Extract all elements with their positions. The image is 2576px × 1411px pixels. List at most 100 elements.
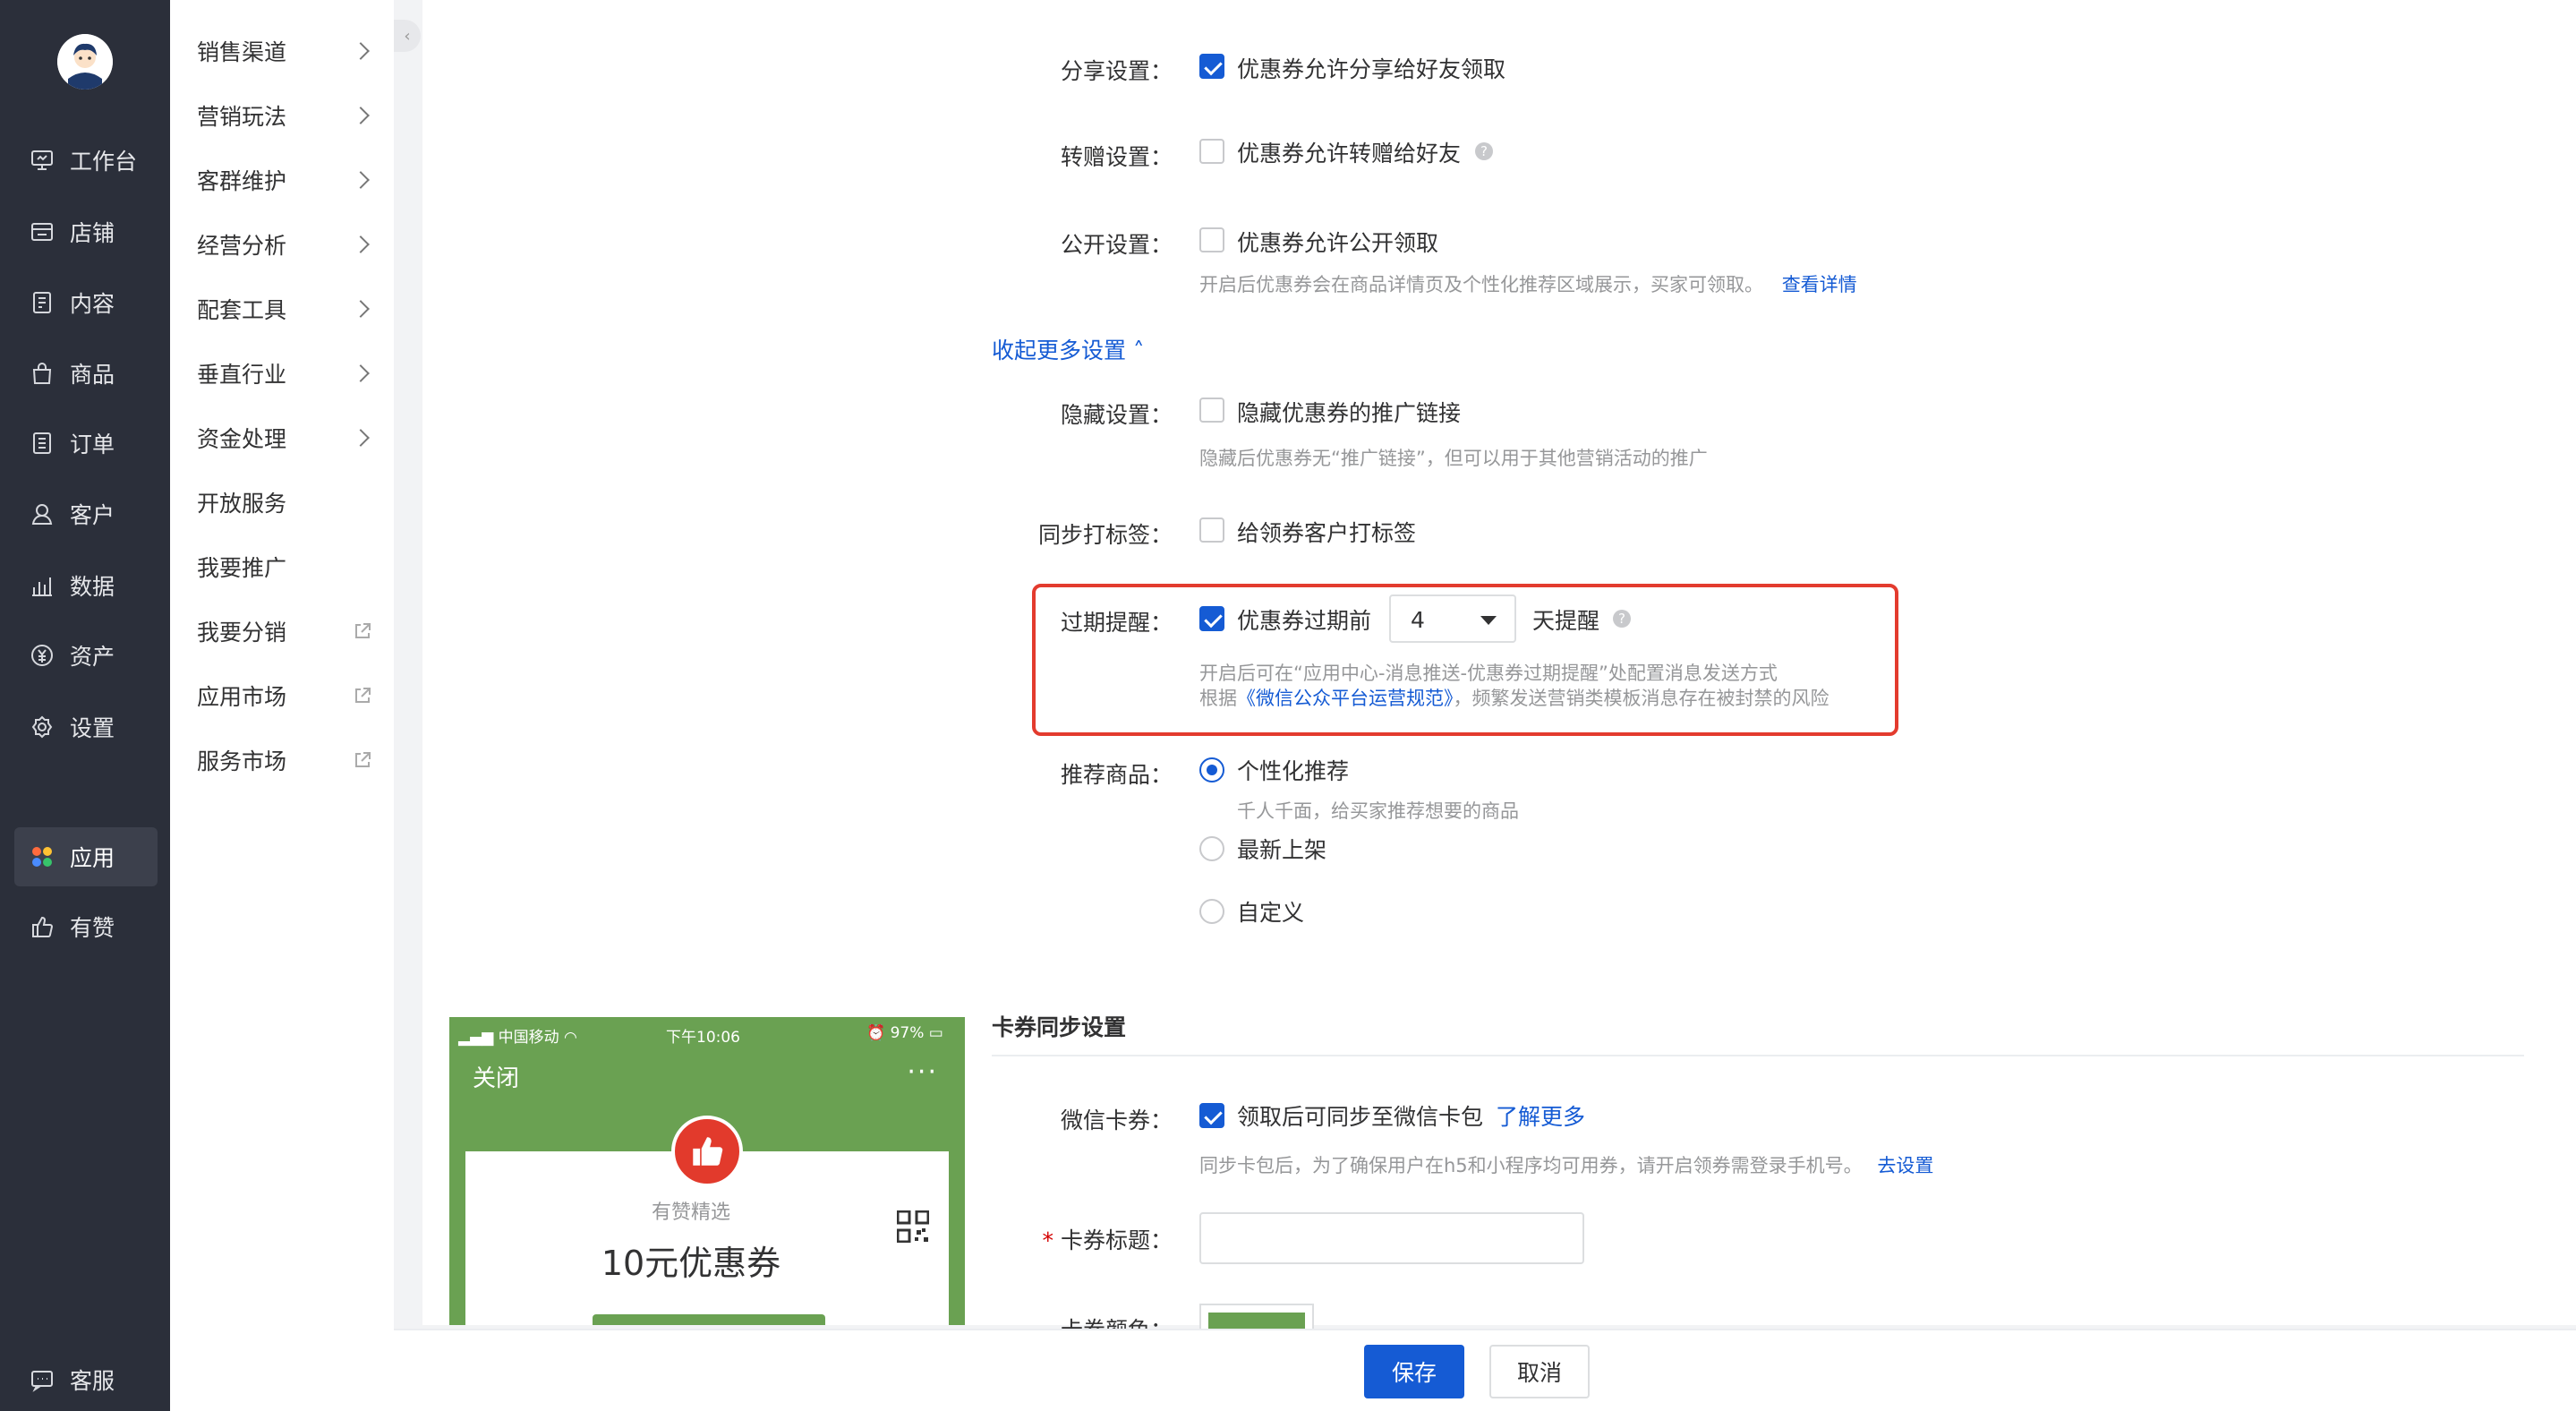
- card-title-label: * 卡券标题：: [1042, 1227, 1173, 1253]
- nav-item-service[interactable]: 客服: [14, 1350, 158, 1409]
- go-settings-link[interactable]: 去设置: [1877, 1155, 1933, 1176]
- chevron-right-icon: [352, 171, 370, 189]
- store-icon: [29, 218, 55, 245]
- expire-text-before: 优惠券过期前: [1237, 608, 1372, 634]
- subnav-item-tools[interactable]: 配套工具: [197, 286, 376, 331]
- subnav-item-marketing[interactable]: 营销玩法: [197, 93, 376, 138]
- recommend-custom-radio[interactable]: [1199, 899, 1224, 924]
- recommend-custom-text: 自定义: [1237, 900, 1305, 926]
- expire-checkbox[interactable]: [1199, 606, 1224, 631]
- expire-days-value: 4: [1411, 607, 1425, 633]
- nav-item-goods[interactable]: 商品: [14, 344, 158, 403]
- subnav-item-analysis[interactable]: 经营分析: [197, 222, 376, 267]
- external-link-icon: [355, 752, 371, 767]
- status-time: 下午10:06: [666, 1029, 740, 1047]
- subnav-item-vertical[interactable]: 垂直行业: [197, 351, 376, 396]
- subnav-item-app-market[interactable]: 应用市场: [197, 673, 376, 718]
- thumbs-up-badge-icon: [671, 1116, 743, 1187]
- content-icon: [29, 289, 55, 316]
- chevron-right-icon: [352, 107, 370, 124]
- nav-item-customer[interactable]: 客户: [14, 484, 158, 543]
- preview-close: 关闭: [473, 1065, 520, 1092]
- external-link-icon: [355, 623, 371, 638]
- help-icon[interactable]: ?: [1475, 142, 1493, 160]
- external-link-icon: [355, 688, 371, 703]
- gift-setting-label: 转赠设置：: [1060, 144, 1173, 170]
- tag-text: 给领券客户打标签: [1237, 520, 1417, 546]
- public-hint: 开启后优惠券会在商品详情页及个性化推荐区域展示，买家可领取。 查看详情: [1199, 274, 1857, 295]
- avatar[interactable]: [57, 34, 113, 90]
- public-setting-label: 公开设置：: [1060, 232, 1173, 258]
- apps-icon: [29, 843, 55, 870]
- save-button[interactable]: 保存: [1364, 1345, 1464, 1398]
- share-text: 优惠券允许分享给好友领取: [1237, 56, 1506, 82]
- chevron-right-icon: [352, 42, 370, 60]
- recommend-label: 推荐商品：: [1060, 762, 1173, 788]
- share-checkbox[interactable]: [1199, 54, 1224, 79]
- subnav-item-open-service[interactable]: 开放服务: [197, 480, 376, 525]
- expire-hint-1: 开启后可在“应用中心-消息推送-优惠券过期提醒”处配置消息发送方式: [1199, 663, 1778, 684]
- subnav-item-promote[interactable]: 我要推广: [197, 544, 376, 589]
- view-details-link[interactable]: 查看详情: [1782, 274, 1857, 295]
- order-icon: [29, 430, 55, 457]
- wechat-card-text: 领取后可同步至微信卡包 了解更多: [1237, 1104, 1585, 1130]
- gift-checkbox[interactable]: [1199, 139, 1224, 164]
- subnav-item-service-market[interactable]: 服务市场: [197, 738, 376, 782]
- primary-nav: 工作台 店铺 内容 商品 订单 客户 数据 资产 设置 应用 有赞 客服: [0, 0, 170, 1411]
- section-divider: [992, 1055, 2524, 1056]
- nav-item-apps[interactable]: 应用: [14, 827, 158, 886]
- avatar-icon: [57, 34, 113, 90]
- nav-item-data[interactable]: 数据: [14, 556, 158, 615]
- hide-checkbox[interactable]: [1199, 398, 1224, 423]
- wechat-card-hint: 同步卡包后，为了确保用户在h5和小程序均可用券，请开启领券需登录手机号。 去设置: [1199, 1155, 1934, 1176]
- subnav-item-customer-group[interactable]: 客群维护: [197, 158, 376, 202]
- nav-item-workbench[interactable]: 工作台: [14, 131, 158, 190]
- card-title-input[interactable]: [1199, 1212, 1584, 1264]
- tag-setting-label: 同步打标签：: [1037, 522, 1173, 548]
- secondary-nav: 销售渠道 营销玩法 客群维护 经营分析 配套工具 垂直行业 资金处理 开放服务 …: [170, 0, 394, 1411]
- subnav-item-sales-channel[interactable]: 销售渠道: [197, 29, 376, 73]
- recommend-personalized-radio[interactable]: [1199, 757, 1224, 782]
- wechat-card-checkbox[interactable]: [1199, 1103, 1224, 1128]
- expire-setting-label: 过期提醒：: [1060, 610, 1173, 636]
- footer-action-bar: 保存 取消: [394, 1329, 2576, 1411]
- more-icon: ···: [907, 1056, 938, 1088]
- nav-item-store[interactable]: 店铺: [14, 202, 158, 261]
- chevron-right-icon: [352, 300, 370, 318]
- hide-hint: 隐藏后优惠券无“推广链接”，但可以用于其他营销活动的推广: [1199, 448, 1708, 469]
- chevron-right-icon: [352, 429, 370, 447]
- expire-text-after: 天提醒: [1532, 608, 1600, 634]
- gift-text: 优惠券允许转赠给好友: [1237, 141, 1462, 167]
- preview-shop-name: 有赞精选: [651, 1201, 730, 1224]
- nav-item-order[interactable]: 订单: [14, 414, 158, 473]
- chevron-right-icon: [352, 364, 370, 382]
- collapse-sidebar-button[interactable]: ‹: [394, 20, 421, 52]
- recommend-newest-text: 最新上架: [1237, 837, 1327, 863]
- workbench-icon: [29, 147, 55, 174]
- expire-days-select[interactable]: 4: [1389, 594, 1516, 643]
- collapse-settings-link[interactable]: 收起更多设置 ˄: [992, 333, 1144, 365]
- public-text: 优惠券允许公开领取: [1237, 230, 1439, 256]
- nav-item-youzan[interactable]: 有赞: [14, 897, 158, 956]
- nav-item-asset[interactable]: 资产: [14, 626, 158, 685]
- recommend-personalized-hint: 千人千面，给买家推荐想要的商品: [1237, 800, 1519, 822]
- tag-checkbox[interactable]: [1199, 517, 1224, 543]
- wechat-rules-link[interactable]: 《微信公众平台运营规范》: [1237, 688, 1454, 709]
- cancel-button[interactable]: 取消: [1489, 1345, 1590, 1398]
- public-checkbox[interactable]: [1199, 227, 1224, 252]
- subnav-item-distribution[interactable]: 我要分销: [197, 609, 376, 654]
- nav-item-content[interactable]: 内容: [14, 273, 158, 332]
- learn-more-link[interactable]: 了解更多: [1496, 1104, 1585, 1130]
- caret-down-icon: [1480, 616, 1497, 625]
- goods-icon: [29, 360, 55, 387]
- chevron-left-icon: ‹: [404, 26, 411, 46]
- qr-code-icon: [897, 1210, 929, 1243]
- wechat-card-label: 微信卡券：: [1060, 1107, 1173, 1133]
- subnav-item-funds[interactable]: 资金处理: [197, 415, 376, 460]
- chevron-right-icon: [352, 235, 370, 253]
- coupon-preview-phone: ▂▄▆ 中国移动 ◠ 下午10:06 ⏰ 97% ▭ 关闭 ··· 有赞精选 1…: [449, 1017, 965, 1325]
- share-setting-label: 分享设置：: [1060, 58, 1173, 84]
- nav-item-settings[interactable]: 设置: [14, 697, 158, 757]
- recommend-newest-radio[interactable]: [1199, 836, 1224, 861]
- help-icon[interactable]: ?: [1613, 610, 1631, 628]
